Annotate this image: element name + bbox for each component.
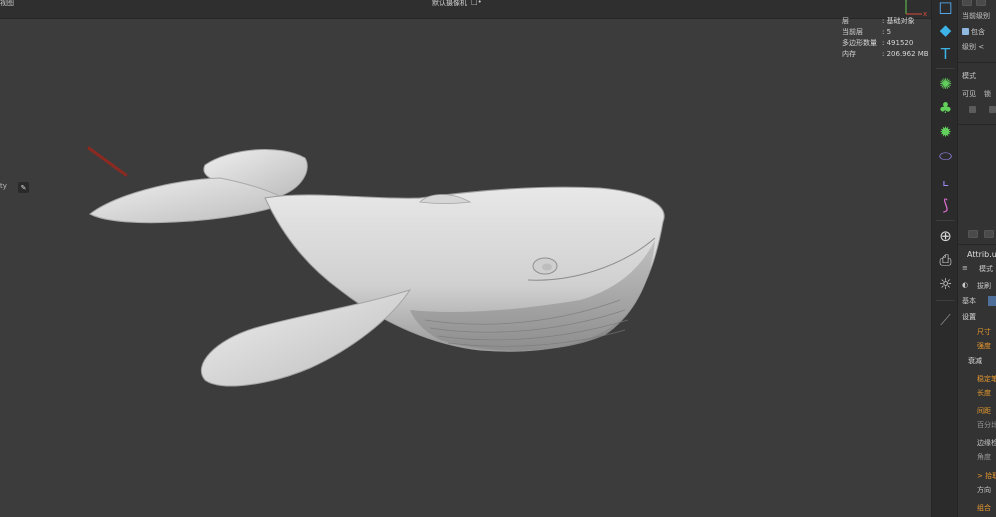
light-icon[interactable]: ☼ [935,274,956,295]
camera-toggle-icon[interactable]: □• [471,0,482,6]
visible-label: 可见 [962,90,976,98]
globe-icon[interactable]: ⊕ [935,226,956,247]
level-label[interactable]: 级别 < [962,42,984,52]
percent-label: 百分比 [977,421,996,429]
gear-effector-icon[interactable]: ✹ [935,122,956,143]
brush-icon: ◐ [962,281,969,289]
bend-deformer-icon[interactable]: ⌞ [935,170,956,191]
3d-viewport[interactable]: 视图 默认摄像机 □• Y x 层 : 基础对象 当前层 : 5 多边形数量 :… [0,0,931,517]
brush-icon[interactable]: ✎ [18,182,29,193]
lock-checkbox[interactable] [989,106,996,113]
cube-icon[interactable]: ◆ [935,20,956,41]
menu-icon[interactable]: ≡ [962,264,968,272]
panel-icon-button[interactable] [984,230,994,238]
panel-icon-button[interactable] [962,0,972,6]
strength-label: 强度 [977,342,991,350]
panel-divider [958,124,996,125]
cloner-icon[interactable]: ♣ [935,98,956,119]
viewport-header: 视图 默认摄像机 □• [0,0,931,19]
camera-icon[interactable]: ⎙ [935,250,956,271]
edge-detect-label: 边缘检 [977,439,996,447]
include-label: 包含 [971,28,985,36]
view-name[interactable]: 视图 [0,0,14,8]
settings-header: 设置 [962,313,976,321]
hud-row-memory: 内存 : 206.962 MB [842,50,929,58]
tool-divider [936,300,955,301]
tab-active[interactable] [988,296,996,306]
angle-label: 角度 [977,453,991,461]
deformer-icon[interactable]: ⬭ [935,146,956,167]
camera-label[interactable]: 默认摄像机 [432,0,467,8]
scene-info-hud: 层 : 基础对象 当前层 : 5 多边形数量 : 491520 内存 : 206… [842,16,930,60]
falloff-expander[interactable]: 衰减 [968,356,982,366]
stamp-expander[interactable]: > 拾取 [977,471,996,481]
spacing-label: 间距 [977,407,991,415]
lock-label: 锁 [984,90,991,98]
whale-model[interactable] [80,140,680,410]
layout-icon-button[interactable] [968,230,978,238]
size-label: 尺寸 [977,328,991,336]
visible-checkbox[interactable] [969,106,976,113]
panel-divider [958,62,996,63]
axis-y-label: Y [903,0,909,5]
hud-row-polygon-count: 多边形数量 : 491520 [842,39,914,47]
hud-row-layer: 层 : 基础对象 [842,17,915,25]
cube-outline-icon[interactable]: □ [935,0,956,18]
hud-row-current-level: 当前层 : 5 [842,28,892,36]
include-checkbox[interactable] [962,28,969,35]
attribute-panel-title: Attrib.ute [967,250,996,259]
object-tool-strip: □ ◆ T ✺ ♣ ✹ ⬭ ⌞ ⟆ ⊕ ⎙ ☼ ⟋ [931,0,958,517]
panel-icon-button[interactable] [976,0,986,6]
attribute-panel: 当前级别 包含 级别 < 模式 可见 锁 Attrib.ute ≡ 模式 ◐ 拔… [958,0,996,517]
tab-basic[interactable]: 基本 [962,296,976,306]
menu-mode-label[interactable]: 模式 [979,264,993,274]
brush-name-label: 拔刷 [977,282,991,290]
viewport-side-tag: ty [0,182,7,190]
panel-divider [958,244,996,245]
sculpt-icon[interactable]: ⟋ [935,310,956,331]
spline-icon[interactable]: ⟆ [935,195,956,216]
tool-divider [936,68,955,69]
direction-label: 方向 [977,486,991,494]
text-icon[interactable]: T [935,44,956,65]
group-label: 组合 [977,504,991,512]
tool-divider [936,220,955,221]
mode-label: 模式 [962,72,976,80]
generator-icon[interactable]: ✺ [935,74,956,95]
current-level-label: 当前级别 [962,12,990,20]
length-label: 长度 [977,389,991,397]
stabilize-label: 稳定笔 [977,375,996,383]
